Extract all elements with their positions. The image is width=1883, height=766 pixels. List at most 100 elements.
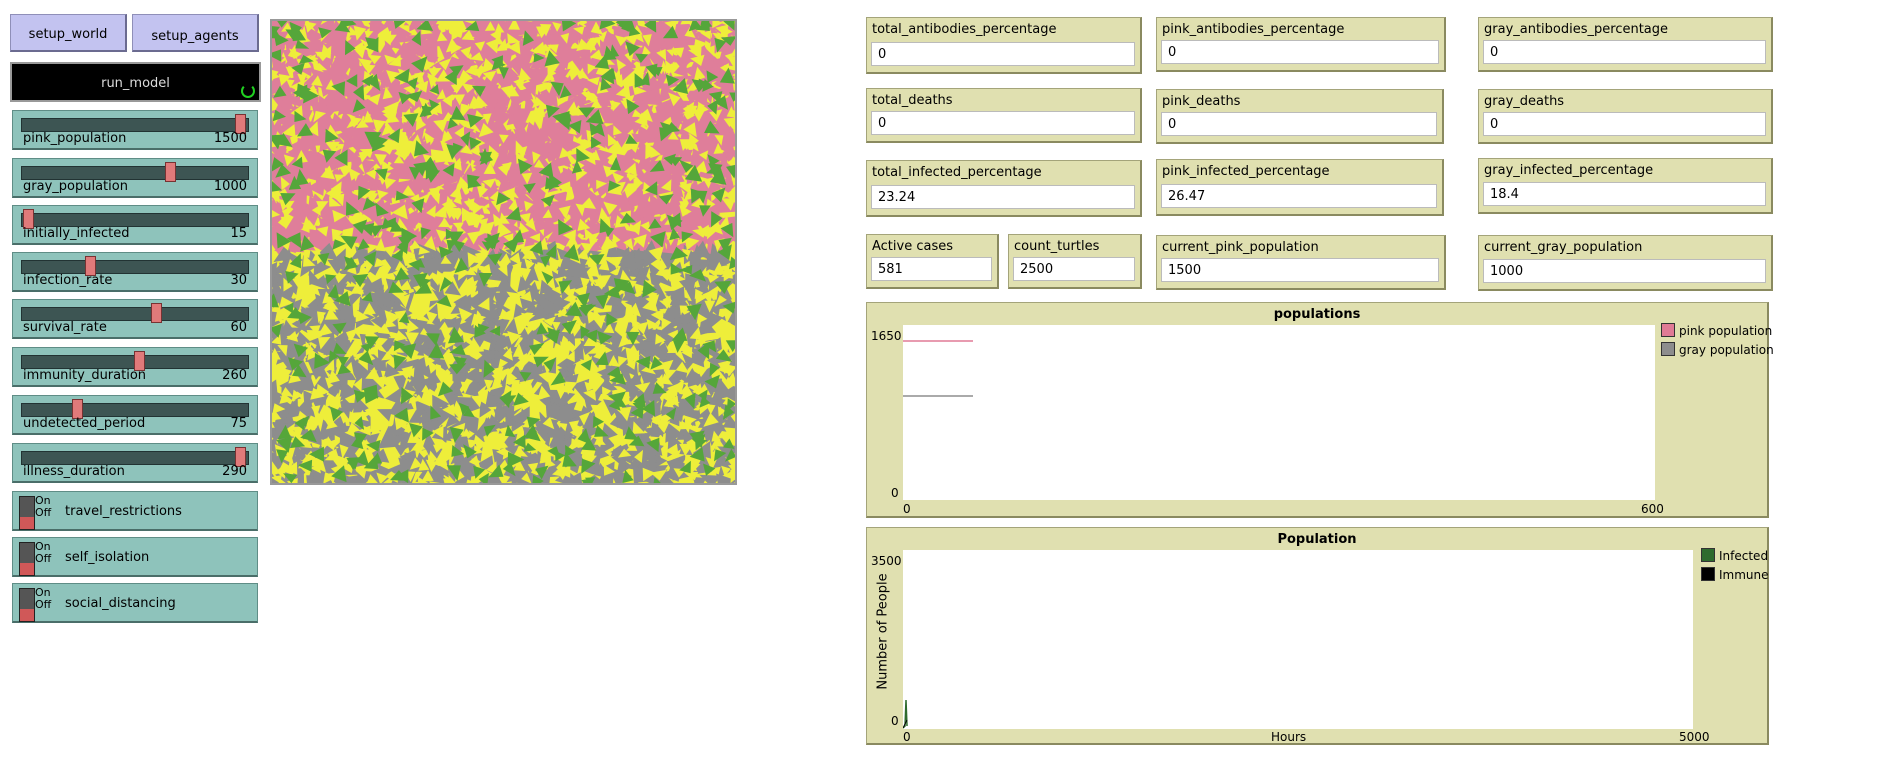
monitor-value: 1000 [1483, 259, 1766, 283]
monitor-total-antibodies: total_antibodies_percentage 0 [866, 17, 1142, 74]
monitor-value: 0 [1483, 112, 1766, 136]
plot-area [902, 550, 1693, 729]
slider-immunity-duration[interactable]: immunity_duration 260 [12, 347, 258, 387]
x-max-tick: 5000 [1679, 730, 1710, 744]
world-view[interactable] [260, 8, 745, 496]
slider-infection-rate[interactable]: infection_rate 30 [12, 252, 258, 292]
slider-value: 30 [230, 273, 247, 288]
plot-canvas [902, 699, 908, 729]
setup-world-label: setup_world [28, 27, 108, 42]
monitor-value: 0 [871, 111, 1135, 135]
legend-label: Immune [1719, 568, 1769, 582]
legend-gray-population: gray population [1661, 342, 1774, 357]
slider-pink-population[interactable]: pink_population 1500 [12, 110, 258, 150]
monitor-label: total_deaths [872, 93, 953, 108]
y-min-tick: 0 [891, 486, 899, 500]
slider-undetected-period[interactable]: undetected_period 75 [12, 395, 258, 435]
legend-swatch [1701, 548, 1715, 562]
slider-track[interactable] [21, 403, 249, 417]
monitor-label: count_turtles [1014, 239, 1100, 254]
world-canvas [260, 8, 745, 496]
legend-label: gray population [1679, 343, 1774, 357]
plot-populations: populations 1650 0 0 600 pink population… [866, 302, 1774, 518]
monitor-label: current_gray_population [1484, 240, 1643, 255]
slider-track[interactable] [21, 213, 249, 227]
slider-illness-duration[interactable]: illness_duration 290 [12, 443, 258, 483]
monitor-value: 23.24 [871, 185, 1135, 209]
run-model-label: run_model [101, 76, 170, 91]
monitor-current-gray-population: current_gray_population 1000 [1478, 235, 1773, 291]
monitor-label: total_infected_percentage [872, 165, 1042, 180]
legend-label: pink population [1679, 324, 1773, 338]
y-axis-label: Number of People [875, 573, 891, 690]
toggle-icon[interactable] [19, 588, 35, 622]
legend-pink-population: pink population [1661, 323, 1772, 338]
slider-value: 1500 [213, 131, 247, 146]
monitor-gray-antibodies: gray_antibodies_percentage 0 [1478, 17, 1773, 72]
monitor-total-deaths: total_deaths 0 [866, 88, 1142, 143]
monitor-value: 581 [871, 257, 992, 281]
slider-value: 260 [222, 368, 247, 383]
x-axis-label: Hours [1271, 730, 1307, 744]
monitor-label: Active cases [872, 239, 954, 254]
monitor-label: current_pink_population [1162, 240, 1319, 255]
setup-world-button[interactable]: setup_world [10, 14, 127, 52]
slider-track[interactable] [21, 166, 249, 180]
slider-track[interactable] [21, 260, 249, 274]
monitor-label: total_antibodies_percentage [872, 22, 1057, 37]
slider-label: infection_rate [23, 273, 113, 288]
monitor-value: 0 [1161, 112, 1437, 136]
slider-value: 1000 [213, 179, 247, 194]
slider-value: 15 [230, 226, 247, 241]
toggle-icon[interactable] [19, 496, 35, 530]
setup-agents-label: setup_agents [151, 29, 239, 44]
setup-agents-button[interactable]: setup_agents [132, 14, 259, 52]
slider-label: gray_population [23, 179, 128, 194]
slider-label: illness_duration [23, 464, 125, 479]
monitor-value: 0 [871, 42, 1135, 66]
monitor-pink-deaths: pink_deaths 0 [1156, 89, 1444, 144]
y-max-tick: 3500 [871, 554, 902, 568]
monitor-label: pink_antibodies_percentage [1162, 22, 1345, 37]
slider-value: 60 [230, 320, 247, 335]
monitor-label: gray_antibodies_percentage [1484, 22, 1669, 37]
slider-initially-infected[interactable]: initially_infected 15 [12, 205, 258, 245]
switch-off-label: Off [35, 506, 52, 519]
plot-population: Population 3500 0 0 5000 Hours Number of… [866, 527, 1769, 745]
monitor-value: 18.4 [1483, 182, 1766, 206]
y-max-tick: 1650 [871, 329, 902, 343]
slider-label: pink_population [23, 131, 127, 146]
slider-gray-population[interactable]: gray_population 1000 [12, 158, 258, 198]
monitor-value: 0 [1483, 40, 1766, 64]
legend-swatch [1701, 567, 1715, 581]
plot-canvas [903, 340, 973, 397]
monitor-gray-infected: gray_infected_percentage 18.4 [1478, 158, 1773, 214]
switch-self-isolation[interactable]: On Off self_isolation [12, 537, 258, 577]
monitor-pink-antibodies: pink_antibodies_percentage 0 [1156, 17, 1446, 72]
monitor-label: pink_deaths [1162, 94, 1241, 109]
monitor-value: 26.47 [1161, 184, 1437, 208]
switch-off-label: Off [35, 552, 52, 565]
legend-swatch [1661, 323, 1675, 337]
switch-off-label: Off [35, 598, 52, 611]
switch-label: social_distancing [65, 596, 176, 611]
monitor-label: gray_deaths [1484, 94, 1565, 109]
monitor-label: pink_infected_percentage [1162, 164, 1330, 179]
run-model-button[interactable]: run_model [10, 62, 261, 102]
legend-label: Infected [1719, 549, 1769, 563]
slider-value: 290 [222, 464, 247, 479]
slider-track[interactable] [21, 451, 249, 465]
legend-infected: Infected [1701, 548, 1768, 563]
slider-track[interactable] [21, 307, 249, 321]
monitor-active-cases: Active cases 581 [866, 234, 999, 289]
slider-track[interactable] [21, 118, 249, 132]
slider-knob[interactable] [151, 303, 163, 323]
slider-survival-rate[interactable]: survival_rate 60 [12, 299, 258, 339]
slider-label: survival_rate [23, 320, 107, 335]
x-min-tick: 0 [903, 730, 911, 744]
switch-social-distancing[interactable]: On Off social_distancing [12, 583, 258, 623]
switch-label: travel_restrictions [65, 504, 182, 519]
toggle-icon[interactable] [19, 542, 35, 576]
switch-travel-restrictions[interactable]: On Off travel_restrictions [12, 491, 258, 531]
slider-knob[interactable] [164, 162, 176, 182]
